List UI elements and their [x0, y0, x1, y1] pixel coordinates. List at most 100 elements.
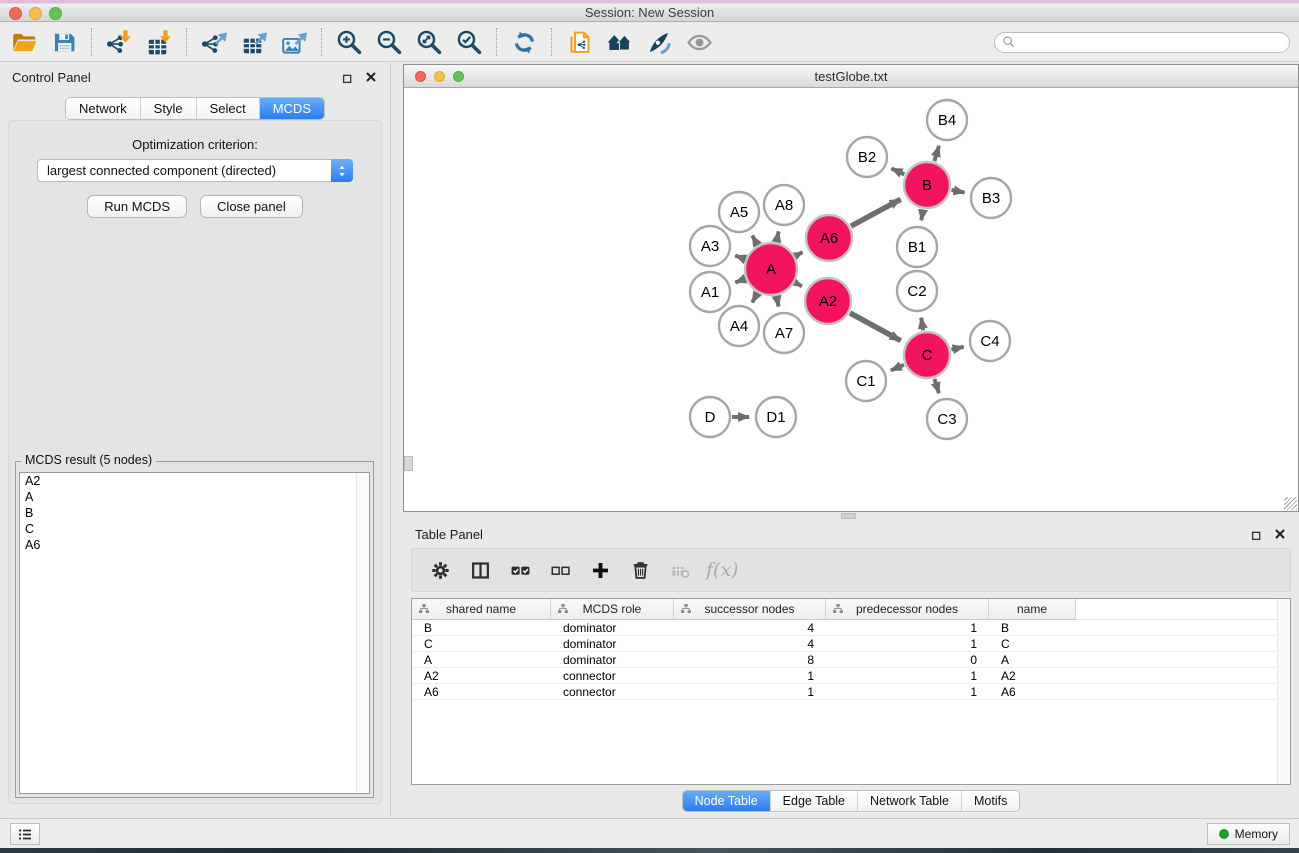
node-B3[interactable]: B3	[971, 178, 1011, 218]
node-A2[interactable]: A2	[805, 278, 851, 324]
table-cell[interactable]: 1	[826, 669, 989, 683]
mcds-result-list[interactable]: A2ABCA6	[19, 472, 370, 794]
open-session-button[interactable]	[4, 25, 44, 59]
table-cell[interactable]: A2	[412, 669, 551, 683]
function-builder-button[interactable]: f(x)	[702, 552, 743, 588]
table-cell[interactable]: A2	[989, 669, 1076, 683]
delete-table-button[interactable]	[662, 552, 698, 588]
table-cell[interactable]: 1	[826, 621, 989, 635]
table-cell[interactable]: dominator	[551, 621, 674, 635]
node-C3[interactable]: C3	[927, 399, 967, 439]
zoom-in-button[interactable]	[329, 25, 369, 59]
import-table-button[interactable]	[139, 25, 179, 59]
zoom-selected-button[interactable]	[449, 25, 489, 59]
edge-A-A2[interactable]	[795, 283, 801, 287]
table-cell[interactable]: A	[412, 653, 551, 667]
tab-network[interactable]: Network	[66, 98, 141, 119]
run-mcds-button[interactable]: Run MCDS	[87, 195, 187, 218]
table-close-panel-button[interactable]	[1272, 527, 1287, 542]
edge-A-A6[interactable]	[796, 252, 803, 256]
table-cell[interactable]: connector	[551, 685, 674, 699]
mcds-result-item[interactable]: C	[20, 521, 369, 537]
column-header-shared-name[interactable]: shared name	[412, 599, 551, 620]
table-cell[interactable]: A	[989, 653, 1076, 667]
add-button[interactable]	[582, 552, 618, 588]
table-cell[interactable]: B	[412, 621, 551, 635]
edge-A-A3[interactable]	[735, 256, 745, 260]
table-row[interactable]: A6connector11A6	[412, 684, 1290, 700]
table-cell[interactable]: 1	[826, 637, 989, 651]
table-cell[interactable]: connector	[551, 669, 674, 683]
table-cell[interactable]: 0	[826, 653, 989, 667]
edge-A6-B[interactable]	[851, 199, 901, 226]
edge-A2-C[interactable]	[850, 313, 901, 341]
node-C[interactable]: C	[904, 332, 950, 378]
search-input[interactable]	[1021, 34, 1282, 50]
edge-A-A1[interactable]	[735, 279, 745, 283]
table-scrollbar[interactable]	[1277, 599, 1290, 784]
edge-A-A4[interactable]	[752, 293, 757, 302]
mcds-result-item[interactable]: A	[20, 489, 369, 505]
minimize-button[interactable]	[29, 7, 42, 20]
edge-B-B1[interactable]	[921, 210, 923, 221]
network-window-titlebar[interactable]: testGlobe.txt	[404, 65, 1298, 88]
network-canvas[interactable]: B4B2BB3A8A5A6A3B1AC2A1A2A4A7C4CC1DD1C3	[404, 88, 1298, 511]
edge-B-B3[interactable]	[951, 190, 964, 193]
column-header-name[interactable]: name	[989, 599, 1076, 620]
tab-style[interactable]: Style	[141, 98, 197, 119]
network-panel-handle[interactable]	[404, 456, 413, 471]
table-cell[interactable]: B	[989, 621, 1076, 635]
table-cell[interactable]: C	[989, 637, 1076, 651]
export-network-button[interactable]	[194, 25, 234, 59]
refresh-button[interactable]	[504, 25, 544, 59]
edge-C-C4[interactable]	[951, 347, 963, 350]
node-A7[interactable]: A7	[764, 313, 804, 353]
table-cell[interactable]: 4	[674, 637, 826, 651]
cybrowser-button[interactable]	[559, 25, 599, 59]
node-A1[interactable]: A1	[690, 272, 730, 312]
node-A5[interactable]: A5	[719, 192, 759, 232]
edge-A-A8[interactable]	[777, 231, 779, 241]
edge-C-C2[interactable]	[921, 318, 923, 331]
table-cell[interactable]: 1	[674, 685, 826, 699]
close-panel-button[interactable]	[363, 70, 378, 85]
table-cell[interactable]: dominator	[551, 653, 674, 667]
network-close-button[interactable]	[415, 71, 426, 82]
task-history-button[interactable]	[10, 823, 40, 845]
edge-A-A7[interactable]	[777, 296, 779, 306]
edge-B-B2[interactable]	[891, 168, 904, 174]
table-cell[interactable]: A6	[412, 685, 551, 699]
criterion-dropdown[interactable]: largest connected component (directed)	[37, 159, 353, 182]
home-button[interactable]	[599, 25, 639, 59]
table-cell[interactable]: 1	[674, 669, 826, 683]
mcds-result-item[interactable]: A6	[20, 537, 369, 553]
table-row[interactable]: Bdominator41B	[412, 620, 1290, 636]
node-D1[interactable]: D1	[756, 397, 796, 437]
search-box[interactable]	[994, 32, 1290, 53]
node-B4[interactable]: B4	[927, 100, 967, 140]
network-zoom-button[interactable]	[453, 71, 464, 82]
tab-edge-table[interactable]: Edge Table	[771, 791, 858, 811]
table-cell[interactable]: 4	[674, 621, 826, 635]
export-image-button[interactable]	[274, 25, 314, 59]
column-header-predecessor-nodes[interactable]: predecessor nodes	[826, 599, 989, 620]
close-panel-button-mcds[interactable]: Close panel	[200, 195, 303, 218]
edge-C-C3[interactable]	[934, 379, 938, 393]
tab-motifs[interactable]: Motifs	[962, 791, 1019, 811]
table-cell[interactable]: 1	[826, 685, 989, 699]
table-settings-button[interactable]	[422, 552, 458, 588]
node-A8[interactable]: A8	[764, 185, 804, 225]
table-row[interactable]: Cdominator41C	[412, 636, 1290, 652]
node-C4[interactable]: C4	[970, 321, 1010, 361]
float-panel-button[interactable]	[341, 70, 356, 85]
export-table-button[interactable]	[234, 25, 274, 59]
column-header-successor-nodes[interactable]: successor nodes	[674, 599, 826, 620]
memory-button[interactable]: Memory	[1207, 823, 1290, 845]
graphics-details-button[interactable]	[639, 25, 679, 59]
tab-node-table[interactable]: Node Table	[683, 791, 771, 811]
node-B1[interactable]: B1	[897, 227, 937, 267]
node-A[interactable]: A	[745, 243, 797, 295]
table-float-panel-button[interactable]	[1250, 527, 1265, 542]
node-A4[interactable]: A4	[719, 306, 759, 346]
tab-mcds[interactable]: MCDS	[260, 98, 324, 119]
